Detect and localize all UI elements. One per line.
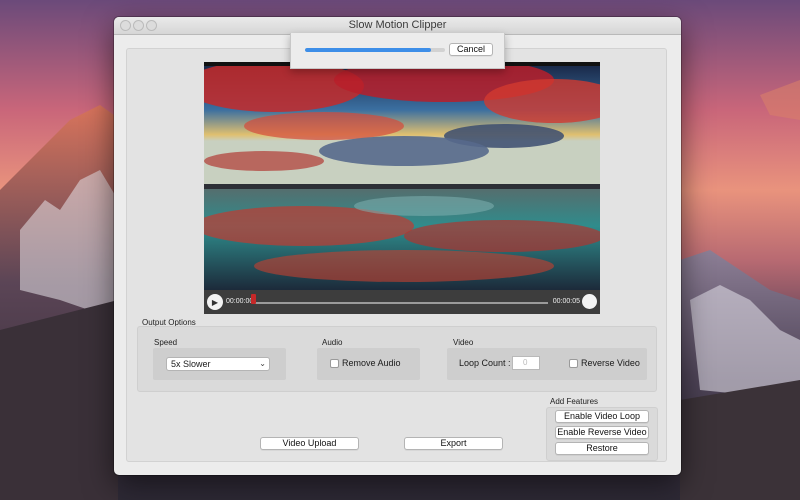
export-button[interactable]: Export: [404, 437, 503, 450]
cancel-button[interactable]: Cancel: [449, 43, 493, 56]
speed-select[interactable]: 5x Slower ⌄: [166, 357, 270, 371]
video-frame-image: [204, 66, 600, 290]
loading-indicator-icon: [582, 294, 597, 309]
app-window: Slow Motion Clipper ▶ 00:00:00 00:00:05 …: [114, 17, 681, 475]
remove-audio-label[interactable]: Remove Audio: [342, 358, 401, 368]
loop-count-field[interactable]: 0: [512, 356, 540, 370]
end-time: 00:00:05: [552, 298, 580, 305]
audio-label: Audio: [322, 338, 343, 347]
current-time: 00:00:00: [226, 298, 254, 305]
video-controls-bar: ▶ 00:00:00 00:00:05: [204, 290, 600, 314]
reverse-video-checkbox[interactable]: [569, 359, 578, 368]
play-button[interactable]: ▶: [207, 294, 223, 310]
video-options-label: Video: [453, 338, 474, 347]
enable-video-loop-button[interactable]: Enable Video Loop: [555, 410, 649, 423]
window-title: Slow Motion Clipper: [348, 19, 447, 31]
scrub-track[interactable]: [254, 302, 548, 304]
minimize-window-button[interactable]: [133, 20, 144, 31]
export-progress-fill: [305, 48, 431, 52]
playhead-handle[interactable]: [251, 294, 256, 304]
loop-count-label: Loop Count :: [459, 358, 511, 368]
reverse-video-label[interactable]: Reverse Video: [581, 358, 640, 368]
add-features-label: Add Features: [550, 397, 599, 406]
close-window-button[interactable]: [120, 20, 131, 31]
remove-audio-checkbox[interactable]: [330, 359, 339, 368]
enable-reverse-video-button[interactable]: Enable Reverse Video: [555, 426, 649, 439]
progress-sheet: Cancel: [290, 33, 505, 69]
video-preview[interactable]: ▶ 00:00:00 00:00:05: [204, 62, 600, 314]
export-progress-bar: [305, 48, 445, 52]
video-upload-button[interactable]: Video Upload: [260, 437, 359, 450]
chevron-down-icon: ⌄: [259, 359, 266, 368]
restore-button[interactable]: Restore: [555, 442, 649, 455]
play-icon: ▶: [211, 297, 219, 307]
speed-label: Speed: [154, 338, 178, 347]
zoom-window-button[interactable]: [146, 20, 157, 31]
speed-select-value: 5x Slower: [171, 359, 211, 369]
